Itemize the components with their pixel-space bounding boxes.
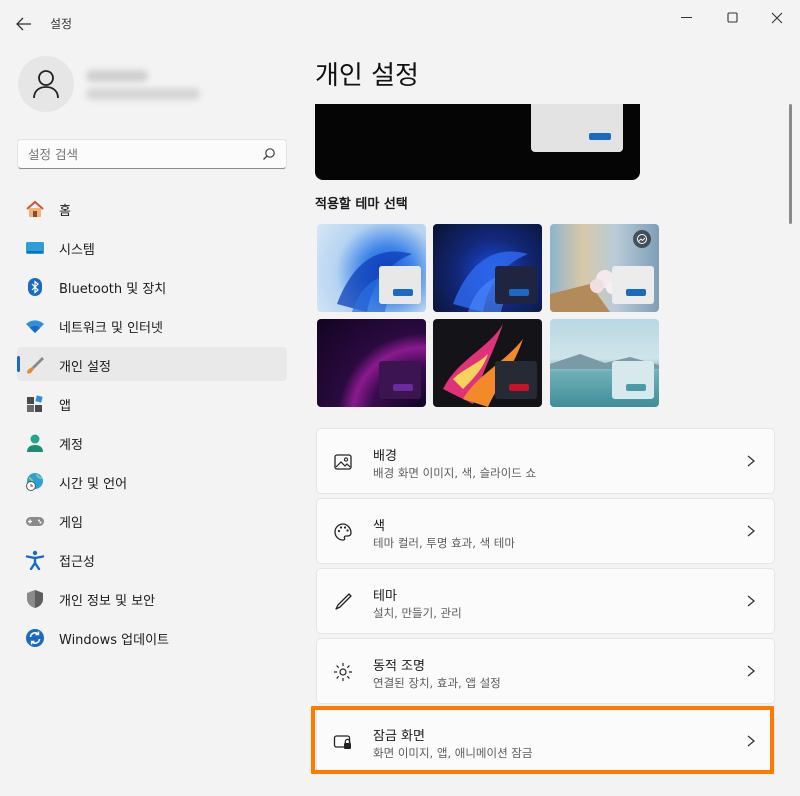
- wifi-icon: [26, 320, 44, 333]
- apps-icon: [27, 395, 43, 412]
- dynamic-lighting-icon: [334, 663, 352, 681]
- page-title: 개인 설정: [315, 61, 419, 91]
- chevron-right-icon: [747, 455, 756, 467]
- sidebar-item-label: 홈: [59, 204, 71, 219]
- spotlight-icon: [633, 230, 651, 248]
- bluetooth-icon: [28, 278, 42, 296]
- theme-mini-window: [612, 361, 654, 399]
- gamepad-icon: [26, 517, 44, 526]
- globe-clock-icon: [26, 473, 43, 491]
- back-arrow-icon[interactable]: [10, 10, 38, 38]
- card-subtitle: 배경 화면 이미지, 색, 슬라이드 쇼: [373, 466, 537, 480]
- app-title: 설정: [50, 17, 73, 31]
- sidebar-item-system[interactable]: 시스템: [17, 230, 287, 264]
- sidebar-item-label: 게임: [59, 516, 83, 531]
- theme-thumbnail[interactable]: [550, 224, 659, 312]
- sidebar-item-label: 시스템: [59, 243, 95, 258]
- theme-thumbnail[interactable]: [433, 224, 542, 312]
- scrollbar[interactable]: [789, 104, 792, 224]
- dynamic-lighting-card[interactable]: 동적 조명 연결된 장치, 효과, 앱 설정: [316, 638, 775, 704]
- chevron-right-icon: [747, 525, 756, 537]
- chevron-right-icon: [747, 595, 756, 607]
- system-icon: [26, 242, 44, 254]
- sidebar-item-windows-update[interactable]: Windows 업데이트: [17, 620, 287, 654]
- account-email-blurred: [86, 88, 200, 100]
- theme-thumbnail[interactable]: [433, 319, 542, 407]
- card-title: 색: [373, 519, 385, 534]
- title-bar: 설정: [0, 0, 800, 44]
- sidebar-item-apps[interactable]: 앱: [17, 386, 287, 420]
- sidebar-item-gaming[interactable]: 게임: [17, 503, 287, 537]
- themes-section-label: 적용할 테마 선택: [315, 197, 408, 212]
- sidebar-item-label: 계정: [59, 438, 83, 453]
- palette-icon: [334, 523, 352, 541]
- card-subtitle: 설치, 만들기, 관리: [373, 606, 462, 620]
- avatar[interactable]: [18, 56, 74, 112]
- color-card[interactable]: 색 테마 컬러, 투명 효과, 색 테마: [316, 498, 775, 564]
- theme-thumbnail[interactable]: [317, 319, 426, 407]
- sidebar-item-label: 앱: [59, 399, 71, 414]
- theme-thumbnail[interactable]: [317, 224, 426, 312]
- theme-mini-window: [379, 266, 421, 304]
- sidebar-item-personalization[interactable]: 개인 설정: [17, 347, 287, 381]
- sidebar-item-bluetooth[interactable]: Bluetooth 및 장치: [17, 269, 287, 303]
- sidebar-item-label: 네트워크 및 인터넷: [59, 321, 163, 336]
- sidebar-item-accessibility[interactable]: 접근성: [17, 542, 287, 576]
- lock-screen-highlight-box: [311, 706, 774, 774]
- card-subtitle: 테마 컬러, 투명 효과, 색 테마: [373, 536, 515, 550]
- card-title: 동적 조명: [373, 659, 425, 674]
- shield-icon: [27, 590, 43, 608]
- theme-preview: [315, 104, 640, 180]
- card-title: 배경: [373, 449, 397, 464]
- accessibility-icon: [25, 550, 45, 570]
- card-title: 테마: [373, 589, 397, 604]
- search-box[interactable]: [17, 139, 287, 169]
- sidebar-item-label: Windows 업데이트: [59, 633, 170, 648]
- sidebar-item-label: 개인 설정: [59, 360, 111, 375]
- home-icon: [26, 200, 44, 217]
- themes-card[interactable]: 테마 설치, 만들기, 관리: [316, 568, 775, 634]
- preview-window: [531, 104, 623, 152]
- minimize-icon[interactable]: [672, 8, 702, 28]
- maximize-icon[interactable]: [718, 8, 748, 28]
- sidebar-item-network[interactable]: 네트워크 및 인터넷: [17, 308, 287, 342]
- chevron-right-icon: [747, 665, 756, 677]
- image-icon: [334, 454, 352, 470]
- search-input[interactable]: [28, 145, 248, 163]
- brush-icon: [27, 357, 44, 374]
- preview-accent-button: [589, 133, 611, 140]
- card-subtitle: 연결된 장치, 효과, 앱 설정: [373, 676, 501, 690]
- search-icon[interactable]: [262, 147, 276, 161]
- sidebar-item-label: Bluetooth 및 장치: [59, 282, 167, 297]
- background-card[interactable]: 배경 배경 화면 이미지, 색, 슬라이드 쇼: [316, 428, 775, 494]
- active-indicator: [17, 356, 20, 372]
- pen-icon: [335, 593, 352, 610]
- theme-mini-window: [495, 266, 537, 304]
- sidebar-item-label: 시간 및 언어: [59, 477, 128, 492]
- theme-mini-window: [379, 361, 421, 399]
- theme-thumbnail[interactable]: [550, 319, 659, 407]
- sidebar-item-privacy[interactable]: 개인 정보 및 보안: [17, 581, 287, 615]
- sidebar-item-time-language[interactable]: 시간 및 언어: [17, 464, 287, 498]
- close-icon[interactable]: [762, 8, 792, 28]
- sidebar-item-home[interactable]: 홈: [17, 191, 287, 225]
- account-name-blurred: [86, 70, 148, 82]
- sidebar-item-label: 개인 정보 및 보안: [59, 594, 156, 609]
- account-icon: [27, 434, 43, 452]
- theme-mini-window: [495, 361, 537, 399]
- theme-mini-window: [612, 266, 654, 304]
- update-icon: [26, 629, 44, 647]
- sidebar-item-accounts[interactable]: 계정: [17, 425, 287, 459]
- sidebar-item-label: 접근성: [59, 555, 95, 570]
